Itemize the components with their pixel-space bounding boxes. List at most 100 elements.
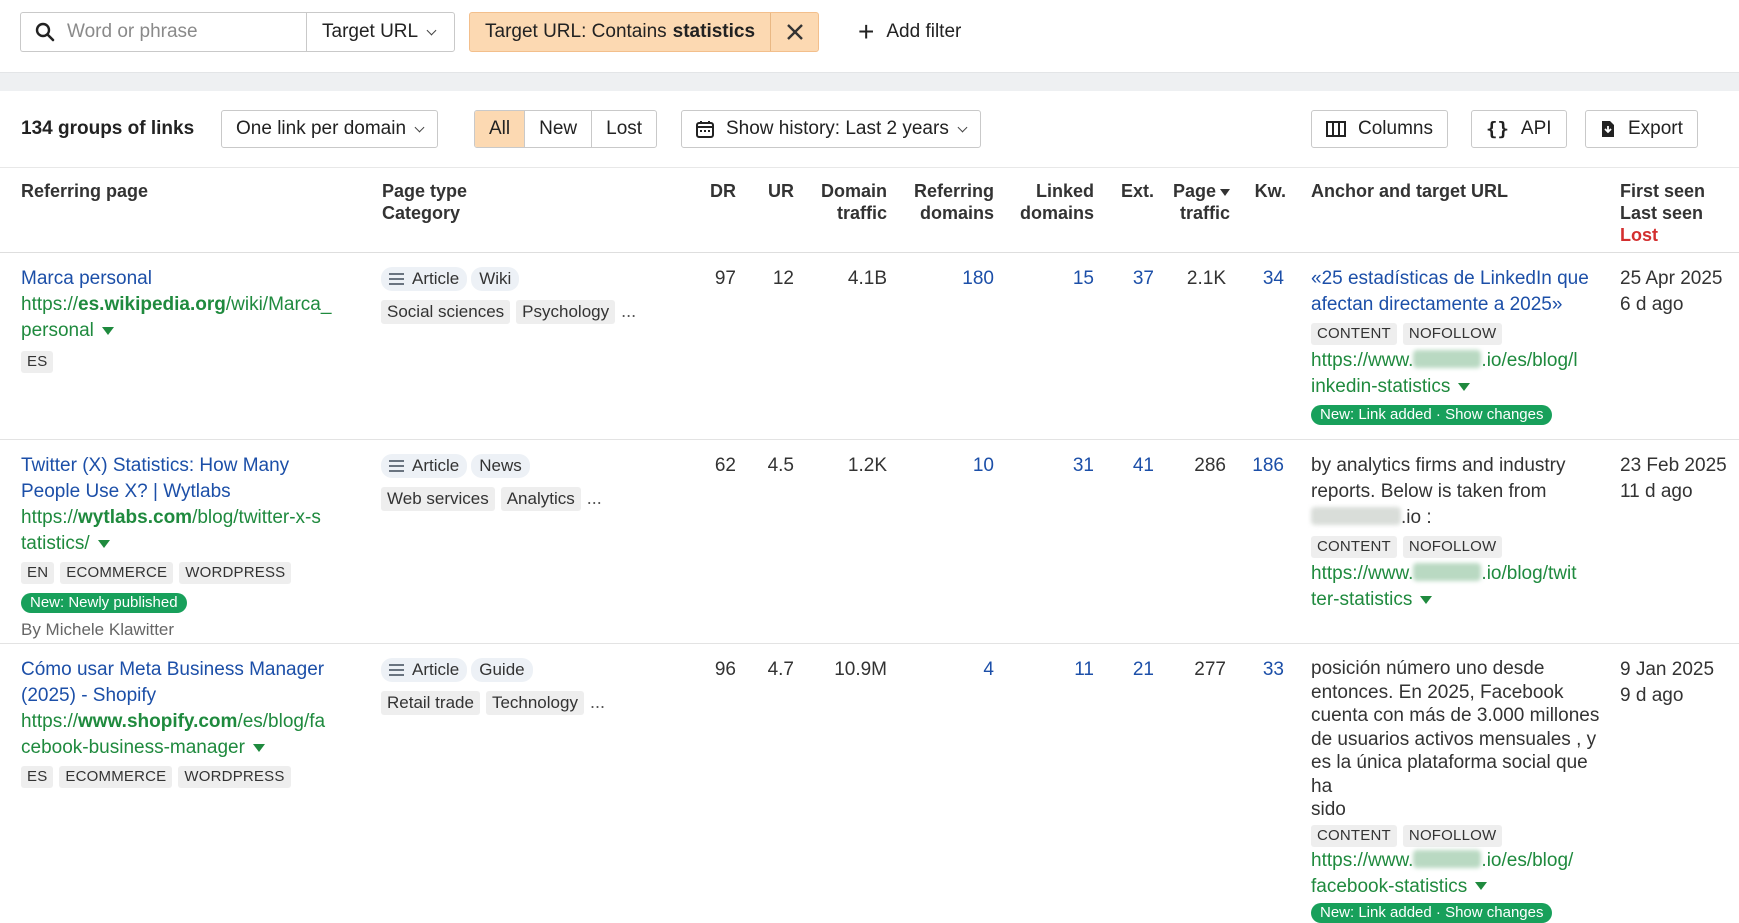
plus-icon: +	[858, 16, 875, 47]
page-type-pill: Article	[381, 454, 468, 478]
anchor-text-cont: es la única plataforma social que ha	[1311, 752, 1588, 797]
calendar-icon	[696, 121, 714, 138]
referring-domains-value[interactable]: 180	[962, 266, 994, 292]
linked-domains-value[interactable]: 11	[1074, 657, 1094, 683]
anchor-text[interactable]: «25 estadísticas de LinkedIn que	[1311, 266, 1611, 292]
anchor-text-cont: sido	[1311, 799, 1346, 820]
history-label: Show history: Last 2 years	[726, 118, 949, 139]
target-url[interactable]: https://www. .io/es/blog/l	[1311, 348, 1611, 374]
last-seen: 6 d ago	[1620, 294, 1684, 315]
referring-page-url[interactable]: https://es.wikipedia.org/wiki/Marca_	[21, 292, 361, 318]
target-url-cont[interactable]: facebook-statistics	[1311, 874, 1611, 900]
chevron-down-icon	[414, 122, 425, 132]
ext-value[interactable]: 21	[1133, 657, 1154, 683]
tab-lost[interactable]: Lost	[592, 111, 656, 147]
page-type-pill: Article	[381, 658, 468, 682]
col-ur[interactable]: UR	[768, 180, 794, 202]
add-filter-button[interactable]: + Add filter	[858, 12, 961, 52]
dr-value: 96	[714, 659, 736, 680]
col-referring-domains[interactable]: Referring domains	[914, 180, 994, 224]
referring-domains-value[interactable]: 10	[973, 453, 994, 479]
article-icon	[389, 460, 404, 472]
col-page-type[interactable]: Page type Category	[382, 180, 467, 224]
domain-traffic-value: 10.9M	[834, 659, 887, 680]
col-anchor[interactable]: Anchor and target URL	[1311, 180, 1508, 202]
linked-domains-value[interactable]: 31	[1073, 453, 1094, 479]
history-dropdown[interactable]: Show history: Last 2 years	[681, 110, 981, 148]
language-tag: ES	[21, 766, 54, 788]
caret-down-icon[interactable]	[97, 539, 110, 548]
redacted-domain	[1311, 507, 1401, 525]
article-icon	[389, 273, 404, 285]
first-seen: 25 Apr 2025	[1620, 268, 1723, 289]
active-filter-chip[interactable]: Target URL: Contains statistics	[469, 12, 820, 52]
caret-down-icon[interactable]	[252, 743, 265, 752]
ur-value: 4.5	[767, 455, 794, 476]
tab-new[interactable]: New	[525, 111, 593, 147]
referring-page-url-cont[interactable]: cebook-business-manager	[21, 735, 361, 761]
anchor-text-cont: .io :	[1311, 505, 1611, 531]
new-link-badge[interactable]: New: Link added · Show changes	[1311, 902, 1553, 923]
target-url[interactable]: https://www. .io/blog/twit	[1311, 561, 1611, 587]
caret-down-icon[interactable]	[1475, 882, 1488, 891]
table-row: Marca personal https://es.wikipedia.org/…	[0, 254, 1739, 440]
new-link-badge[interactable]: New: Link added · Show changes	[1311, 405, 1553, 425]
export-button[interactable]: Export	[1585, 110, 1698, 148]
col-page-traffic[interactable]: Page traffic	[1173, 180, 1230, 224]
link-attr-tag: NOFOLLOW	[1402, 824, 1503, 847]
page-type-cell: Article News Web services Analytics...	[381, 453, 681, 512]
filter-bar: Target URL Target URL: Contains statisti…	[0, 0, 1739, 65]
referring-domains-value[interactable]: 4	[983, 657, 994, 683]
referring-page-title[interactable]: Marca personal	[21, 266, 361, 292]
grouping-dropdown[interactable]: One link per domain	[221, 110, 439, 148]
redacted-domain	[1413, 563, 1482, 581]
col-linked-domains[interactable]: Linked domains	[1020, 180, 1094, 224]
referring-page-url-cont[interactable]: tatistics/	[21, 531, 361, 557]
target-url[interactable]: https://www. .io/es/blog/	[1311, 848, 1611, 874]
page-type-cell: Article Wiki Social sciences Psychology...	[381, 266, 681, 325]
caret-down-icon[interactable]	[1420, 595, 1433, 604]
table-header: Referring page Page type Category DR UR D…	[0, 167, 1739, 253]
col-domain-traffic[interactable]: Domain traffic	[821, 180, 887, 224]
ext-value[interactable]: 41	[1133, 453, 1154, 479]
col-referring-page[interactable]: Referring page	[21, 180, 148, 202]
referring-page-url-cont[interactable]: personal	[21, 318, 361, 344]
target-url-select[interactable]: Target URL	[306, 12, 455, 52]
keywords-value[interactable]: 186	[1252, 453, 1284, 479]
col-seen[interactable]: First seen Last seen Lost	[1620, 180, 1705, 246]
platform-tag: WORDPRESS	[178, 766, 291, 788]
ext-value[interactable]: 37	[1133, 266, 1154, 292]
target-url-cont[interactable]: ter-statistics	[1311, 587, 1611, 613]
tab-all[interactable]: All	[475, 111, 526, 147]
caret-down-icon[interactable]	[101, 326, 114, 335]
search-input[interactable]	[67, 21, 297, 43]
platform-tag: ECOMMERCE	[59, 766, 173, 788]
referring-page-url[interactable]: https://wytlabs.com/blog/twitter-x-s	[21, 505, 361, 531]
col-ext[interactable]: Ext.	[1121, 180, 1154, 202]
target-url-cont[interactable]: inkedin-statistics	[1311, 374, 1611, 400]
category-tag: Retail trade	[381, 691, 480, 715]
columns-button[interactable]: Columns	[1311, 110, 1448, 148]
caret-down-icon[interactable]	[1458, 382, 1471, 391]
referring-page-title[interactable]: Twitter (X) Statistics: How Many People U…	[21, 453, 361, 505]
anchor-text-cont[interactable]: afectan directamente a 2025»	[1311, 292, 1611, 318]
filter-chip-text: Target URL: Contains statistics	[470, 13, 770, 51]
referring-page-title[interactable]: Cómo usar Meta Business Manager (2025) - …	[21, 657, 361, 709]
col-dr[interactable]: DR	[710, 180, 736, 202]
keywords-value[interactable]: 33	[1263, 657, 1284, 683]
more-categories[interactable]: ...	[590, 692, 605, 712]
last-seen: 9 d ago	[1620, 685, 1684, 706]
linked-domains-value[interactable]: 15	[1073, 266, 1094, 292]
anchor-text: by analytics firms and industry	[1311, 455, 1566, 476]
col-keywords[interactable]: Kw.	[1255, 180, 1286, 202]
search-box[interactable]	[20, 12, 307, 52]
link-attr-tag: NOFOLLOW	[1402, 536, 1503, 558]
api-button[interactable]: {} API	[1471, 110, 1567, 148]
more-categories[interactable]: ...	[587, 488, 602, 508]
braces-icon: {}	[1486, 118, 1509, 140]
keywords-value[interactable]: 34	[1263, 266, 1284, 292]
more-categories[interactable]: ...	[621, 301, 636, 321]
referring-page-url[interactable]: https://www.shopify.com/es/blog/fa	[21, 709, 361, 735]
close-icon[interactable]	[770, 13, 818, 51]
page-traffic-value: 2.1K	[1186, 268, 1226, 289]
